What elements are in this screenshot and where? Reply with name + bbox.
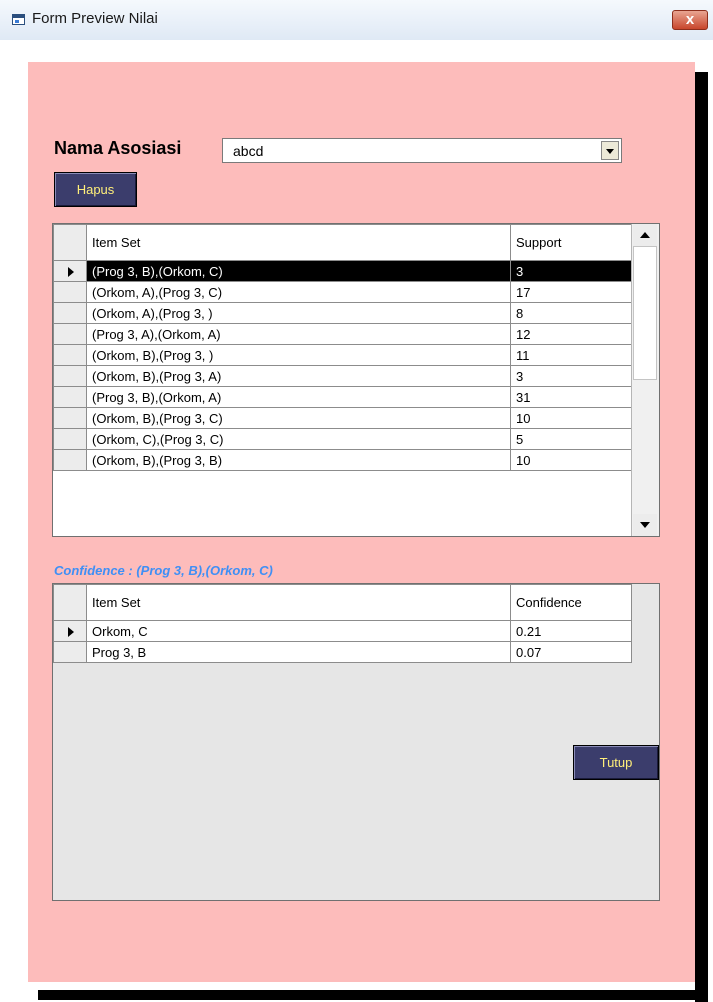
item-set-cell[interactable]: Prog 3, B xyxy=(86,641,511,663)
row-header-corner xyxy=(53,584,87,621)
vertical-scrollbar[interactable] xyxy=(631,224,659,536)
row-selector[interactable] xyxy=(53,365,87,387)
table-row[interactable]: Prog 3, B 0.07 xyxy=(53,641,632,663)
confidence-grid[interactable]: Item Set Confidence Orkom, C 0.21 Prog 3… xyxy=(52,583,660,901)
support-cell[interactable]: 11 xyxy=(510,344,632,366)
grid-header-row: Item Set Support xyxy=(53,224,632,261)
window-title: Form Preview Nilai xyxy=(32,10,158,27)
support-cell[interactable]: 5 xyxy=(510,428,632,450)
close-button[interactable]: x xyxy=(672,10,708,30)
row-selector[interactable] xyxy=(53,260,87,282)
row-selector[interactable] xyxy=(53,386,87,408)
nama-asosiasi-value: abcd xyxy=(233,143,264,159)
window-icon xyxy=(12,14,25,25)
confidence-cell[interactable]: 0.21 xyxy=(510,620,632,642)
current-row-arrow-icon xyxy=(68,627,74,637)
item-set-cell[interactable]: (Orkom, B),(Prog 3, B) xyxy=(86,449,511,471)
item-set-cell[interactable]: (Orkom, B),(Prog 3, C) xyxy=(86,407,511,429)
scroll-up-arrow-icon[interactable] xyxy=(633,224,657,246)
panel-shadow-right xyxy=(695,72,708,1002)
scrollbar-thumb[interactable] xyxy=(633,246,657,380)
table-row[interactable]: (Prog 3, B),(Orkom, A) 31 xyxy=(53,386,632,408)
tutup-button[interactable]: Tutup xyxy=(573,745,659,780)
row-selector[interactable] xyxy=(53,641,87,663)
row-selector[interactable] xyxy=(53,302,87,324)
table-row[interactable]: (Orkom, B),(Prog 3, B) 10 xyxy=(53,449,632,471)
row-selector[interactable] xyxy=(53,449,87,471)
item-set-cell[interactable]: (Orkom, A),(Prog 3, C) xyxy=(86,281,511,303)
nama-asosiasi-combobox[interactable]: abcd xyxy=(222,138,622,163)
table-row[interactable]: Orkom, C 0.21 xyxy=(53,620,632,642)
item-set-cell[interactable]: (Orkom, C),(Prog 3, C) xyxy=(86,428,511,450)
table-row[interactable]: (Orkom, B),(Prog 3, ) 11 xyxy=(53,344,632,366)
table-row[interactable]: (Orkom, B),(Prog 3, C) 10 xyxy=(53,407,632,429)
column-header-support[interactable]: Support xyxy=(510,224,632,261)
item-set-cell[interactable]: (Orkom, A),(Prog 3, ) xyxy=(86,302,511,324)
table-row[interactable]: (Orkom, A),(Prog 3, C) 17 xyxy=(53,281,632,303)
column-header-item-set[interactable]: Item Set xyxy=(86,584,511,621)
table-row[interactable]: (Prog 3, B),(Orkom, C) 3 xyxy=(53,260,632,282)
row-selector[interactable] xyxy=(53,281,87,303)
column-header-confidence[interactable]: Confidence xyxy=(510,584,632,621)
item-set-cell[interactable]: (Orkom, B),(Prog 3, A) xyxy=(86,365,511,387)
hapus-button[interactable]: Hapus xyxy=(54,172,137,207)
row-header-corner xyxy=(53,224,87,261)
row-selector[interactable] xyxy=(53,620,87,642)
row-selector[interactable] xyxy=(53,428,87,450)
current-row-arrow-icon xyxy=(68,267,74,277)
support-cell[interactable]: 10 xyxy=(510,449,632,471)
dropdown-arrow-icon[interactable] xyxy=(601,141,619,160)
item-set-cell[interactable]: Orkom, C xyxy=(86,620,511,642)
item-set-cell[interactable]: (Orkom, B),(Prog 3, ) xyxy=(86,344,511,366)
support-cell[interactable]: 31 xyxy=(510,386,632,408)
table-row[interactable]: (Orkom, B),(Prog 3, A) 3 xyxy=(53,365,632,387)
nama-asosiasi-label: Nama Asosiasi xyxy=(54,138,182,158)
title-bar: Form Preview Nilai x xyxy=(0,0,713,41)
support-cell[interactable]: 12 xyxy=(510,323,632,345)
support-cell[interactable]: 3 xyxy=(510,260,632,282)
confidence-label: Confidence : (Prog 3, B),(Orkom, C) xyxy=(54,563,273,578)
item-set-cell[interactable]: (Prog 3, B),(Orkom, A) xyxy=(86,386,511,408)
item-set-cell[interactable]: (Prog 3, A),(Orkom, A) xyxy=(86,323,511,345)
table-row[interactable]: (Prog 3, A),(Orkom, A) 12 xyxy=(53,323,632,345)
support-grid[interactable]: Item Set Support (Prog 3, B),(Orkom, C) … xyxy=(52,223,660,537)
scroll-down-arrow-icon[interactable] xyxy=(633,514,657,536)
support-cell[interactable]: 10 xyxy=(510,407,632,429)
confidence-cell[interactable]: 0.07 xyxy=(510,641,632,663)
row-selector[interactable] xyxy=(53,344,87,366)
support-cell[interactable]: 8 xyxy=(510,302,632,324)
table-row[interactable]: (Orkom, A),(Prog 3, ) 8 xyxy=(53,302,632,324)
column-header-item-set[interactable]: Item Set xyxy=(86,224,511,261)
grid-header-row: Item Set Confidence xyxy=(53,584,632,621)
row-selector[interactable] xyxy=(53,323,87,345)
support-cell[interactable]: 3 xyxy=(510,365,632,387)
support-cell[interactable]: 17 xyxy=(510,281,632,303)
item-set-cell[interactable]: (Prog 3, B),(Orkom, C) xyxy=(86,260,511,282)
row-selector[interactable] xyxy=(53,407,87,429)
table-row[interactable]: (Orkom, C),(Prog 3, C) 5 xyxy=(53,428,632,450)
